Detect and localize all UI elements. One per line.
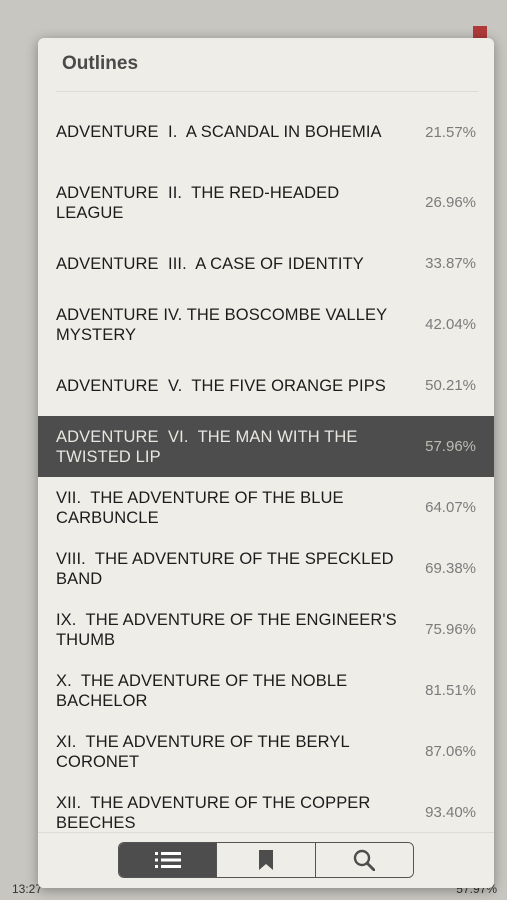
toc-item[interactable]: ADVENTURE V. THE FIVE ORANGE PIPS 50.21% [38, 355, 494, 416]
toc-item-title: ADVENTURE I. A SCANDAL IN BOHEMIA [56, 123, 382, 141]
toc-item-title: XI. THE ADVENTURE OF THE BERYL CORONET [56, 732, 350, 771]
outlines-popover: Outlines ADVENTURE I. A SCANDAL IN BOHEM… [38, 38, 494, 888]
toc-item[interactable]: ADVENTURE II. THE RED-HEADED LEAGUE 26.96… [38, 172, 494, 233]
toc-item-title: XII. THE ADVENTURE OF THE COPPER BEECHES [56, 793, 371, 832]
toc-item-percent: 81.51% [425, 682, 476, 699]
popover-footer [38, 832, 494, 888]
toc-item[interactable]: VII. THE ADVENTURE OF THE BLUE CARBUNCLE… [38, 477, 494, 538]
toc-item[interactable]: X. THE ADVENTURE OF THE NOBLE BACHELOR 81… [38, 660, 494, 721]
toc-item-percent: 64.07% [425, 499, 476, 516]
toc-item[interactable]: IX. THE ADVENTURE OF THE ENGINEER'S THUM… [38, 599, 494, 660]
toc-item-title: ADVENTURE II. THE RED-HEADED LEAGUE [56, 183, 340, 222]
toc-item-title: VII. THE ADVENTURE OF THE BLUE CARBUNCLE [56, 488, 344, 527]
toc-item-percent: 75.96% [425, 621, 476, 638]
toc-item-title: X. THE ADVENTURE OF THE NOBLE BACHELOR [56, 671, 348, 710]
tab-outlines[interactable] [119, 843, 218, 877]
toc-item[interactable]: ADVENTURE VI. THE MAN WITH THE TWISTED L… [38, 416, 494, 477]
tab-search[interactable] [315, 843, 413, 877]
toc-item[interactable]: VIII. THE ADVENTURE OF THE SPECKLED BAND… [38, 538, 494, 599]
toc-item-title: ADVENTURE III. A CASE OF IDENTITY [56, 254, 364, 273]
list-icon [154, 852, 181, 868]
toc-item-percent: 87.06% [425, 743, 476, 760]
toc-item-title: ADVENTURE IV. THE BOSCOMBE VALLEY MYSTER… [56, 305, 388, 344]
toc-item[interactable]: ADVENTURE III. A CASE OF IDENTITY 33.87% [38, 233, 494, 294]
search-icon [354, 849, 376, 871]
toc-item-title: ADVENTURE VI. THE MAN WITH THE TWISTED L… [56, 427, 358, 466]
toc-item[interactable]: ADVENTURE IV. THE BOSCOMBE VALLEY MYSTER… [38, 294, 494, 355]
toc-item-title: VIII. THE ADVENTURE OF THE SPECKLED BAND [56, 549, 394, 588]
toc-item-percent: 50.21% [425, 377, 476, 394]
toc-list: ADVENTURE I. A SCANDAL IN BOHEMIA 21.57% A… [38, 92, 494, 843]
toc-item-percent: 69.38% [425, 560, 476, 577]
toc-item-title: ADVENTURE V. THE FIVE ORANGE PIPS [56, 376, 386, 395]
toc-item[interactable]: XI. THE ADVENTURE OF THE BERYL CORONET 87… [38, 721, 494, 782]
view-segmented-control [118, 842, 414, 878]
toc-item[interactable]: ADVENTURE I. A SCANDAL IN BOHEMIA 21.57% [38, 92, 494, 172]
tab-bookmarks[interactable] [217, 843, 316, 877]
toc-item-percent: 57.96% [425, 438, 476, 455]
bookmark-icon [258, 850, 273, 870]
popover-title: Outlines [62, 53, 139, 74]
toc-item-title: IX. THE ADVENTURE OF THE ENGINEER'S THUM… [56, 610, 397, 649]
toc-item-percent: 42.04% [425, 316, 476, 333]
toc-item-percent: 33.87% [425, 255, 476, 272]
toc-item-percent: 26.96% [425, 194, 476, 211]
toc-item-percent: 21.57% [425, 123, 476, 141]
toc-item-percent: 93.40% [425, 804, 476, 821]
